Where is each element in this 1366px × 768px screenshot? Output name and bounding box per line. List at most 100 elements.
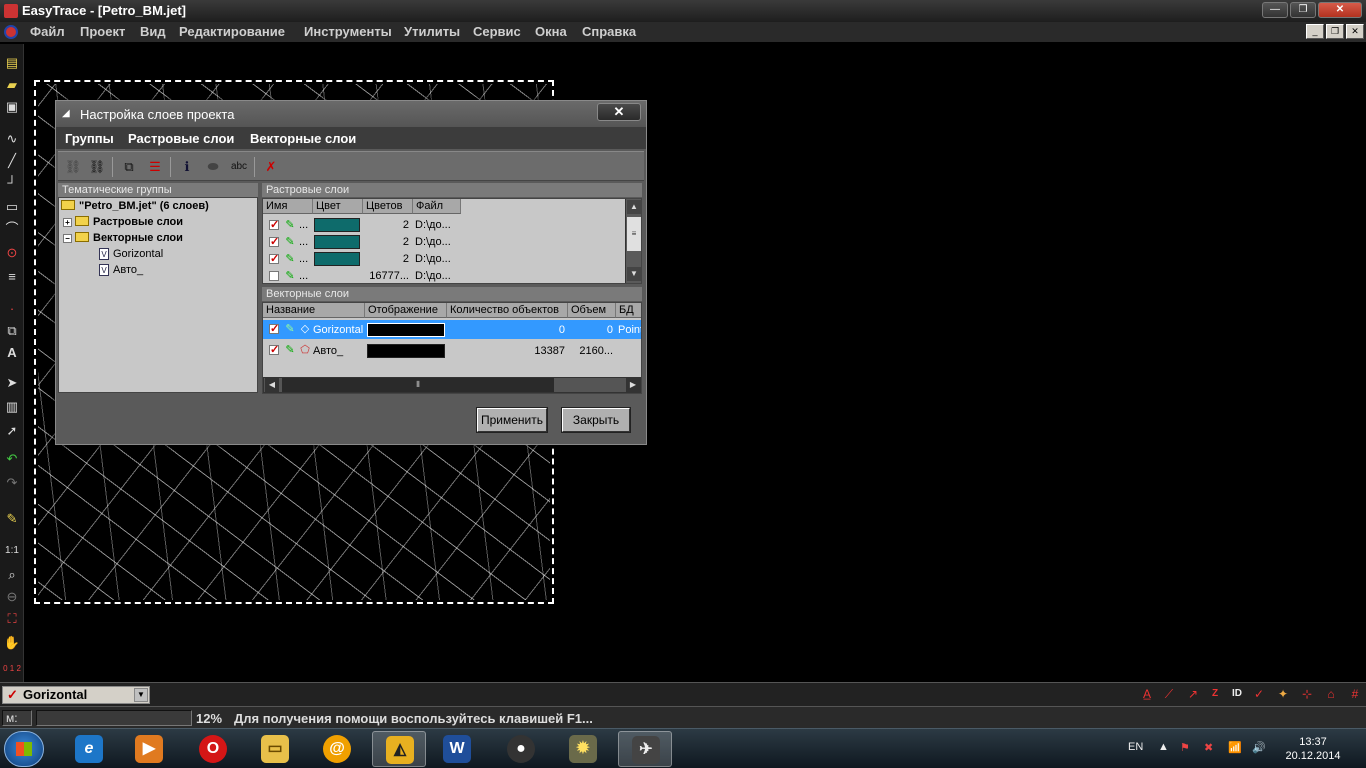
step-line-tool-icon[interactable]: ┘ [3, 174, 21, 192]
edit-pencil-icon[interactable]: ✎ [284, 253, 296, 265]
curve-tool-icon[interactable]: ⌒ [3, 220, 21, 238]
group-tool-icon[interactable]: ⧉ [3, 322, 21, 340]
layer-stack-icon[interactable]: ⬬ [202, 157, 224, 177]
tree-item-gorizontal[interactable]: V Gorizontal [99, 248, 163, 260]
rectangle-tool-icon[interactable]: ▭ [3, 198, 21, 216]
tray-flag-icon[interactable]: ⚑ [1180, 741, 1190, 754]
tray-volume-icon[interactable]: 🔊 [1252, 741, 1266, 754]
snap-check-icon[interactable]: ✓ [1250, 686, 1268, 702]
groups-tree[interactable]: "Petro_BM.jet" (6 слоев) + Растровые слои… [58, 197, 258, 393]
taskbar-app-dark[interactable]: ● [494, 731, 548, 767]
text-tool-icon[interactable]: A [3, 344, 21, 362]
select-arrow-icon[interactable]: ➤ [3, 374, 21, 392]
taskbar-easytrace[interactable]: ◭ [372, 731, 426, 767]
taskbar-opera[interactable]: O [186, 731, 240, 767]
raster-layers-table[interactable]: Имя Цвет Цветов Файл ✓ ✎ ... 2 D:\до... … [262, 198, 642, 284]
delete-layer-icon[interactable]: ✗ [260, 157, 282, 177]
select-node-icon[interactable]: ➚ [3, 422, 21, 440]
mdi-restore-button[interactable]: ❐ [1326, 24, 1344, 39]
raster-col-name[interactable]: Имя [263, 199, 313, 214]
document-icon[interactable] [4, 25, 18, 39]
collapse-icon[interactable]: − [63, 234, 72, 243]
snap-home-icon[interactable]: ⌂ [1322, 686, 1340, 702]
layer-properties-icon[interactable]: ☰ [144, 157, 166, 177]
vector-display-style[interactable] [367, 323, 445, 337]
raster-visible-checkbox[interactable]: ✓ [269, 220, 279, 231]
hatch-tool-icon[interactable]: ≡ [3, 268, 21, 286]
redo-icon[interactable]: ↷ [3, 474, 21, 492]
undo-icon[interactable]: ↶ [3, 450, 21, 468]
edit-pencil-icon[interactable]: ✎ [284, 270, 296, 282]
menu-edit[interactable]: Редактирование [179, 24, 285, 39]
scroll-down-icon[interactable]: ▼ [627, 267, 641, 281]
close-dialog-button[interactable]: Закрыть [561, 407, 631, 433]
vector-col-object-count[interactable]: Количество объектов [447, 303, 568, 318]
dialog-menu-groups[interactable]: Группы [65, 131, 114, 146]
taskbar-media[interactable]: ▶ [122, 731, 176, 767]
snap-text-icon[interactable]: A̲ [1138, 686, 1156, 702]
dialog-title-bar[interactable]: ◢ Настройка слоев проекта ✕ [56, 101, 646, 127]
dialog-menu-raster-layers[interactable]: Растровые слои [128, 131, 234, 146]
layer-info-icon[interactable]: ℹ [176, 157, 198, 177]
vector-visible-checkbox[interactable]: ✓ [269, 324, 279, 335]
add-group-icon[interactable]: ⛓ [62, 157, 84, 177]
raster-col-color[interactable]: Цвет [313, 199, 363, 214]
point-tool-icon[interactable]: ⊙ [3, 244, 21, 262]
close-window-button[interactable]: ✕ [1318, 2, 1362, 18]
snap-vertex-icon[interactable]: ⊹ [1298, 686, 1316, 702]
fit-extent-icon[interactable]: ⛶ [3, 610, 21, 628]
pan-hand-icon[interactable]: ✋ [3, 634, 21, 652]
menu-service[interactable]: Сервис [473, 24, 521, 39]
edit-pencil-icon[interactable]: ✎ [284, 323, 296, 335]
taskbar-bulb[interactable]: ✹ [556, 731, 610, 767]
tree-item-avto[interactable]: V Авто_ [99, 264, 143, 276]
vector-display-style[interactable] [367, 344, 445, 358]
copy-layer-icon[interactable]: ⧉ [118, 157, 140, 177]
delete-group-icon[interactable]: ⛓ [86, 157, 108, 177]
menu-file[interactable]: Файл [30, 24, 65, 39]
edit-pencil-icon[interactable]: ✎ [284, 219, 296, 231]
scroll-right-icon[interactable]: ▶ [626, 378, 640, 392]
menu-view[interactable]: Вид [140, 24, 166, 39]
tray-show-hidden-icon[interactable]: ▲ [1158, 741, 1169, 753]
taskbar-paper-plane[interactable]: ✈ [618, 731, 672, 767]
snap-id-icon[interactable]: ID [1228, 686, 1246, 702]
apply-button[interactable]: Применить [476, 407, 548, 433]
line-tool-icon[interactable]: ╱ [3, 152, 21, 170]
tray-security-icon[interactable]: ✖ [1204, 741, 1213, 754]
node-tool-icon[interactable]: · [3, 300, 21, 318]
tree-group-raster[interactable]: + Растровые слои [63, 216, 183, 228]
raster-vertical-scrollbar[interactable]: ▲ ≡ ▼ [625, 199, 641, 283]
tree-group-vector[interactable]: − Векторные слои [63, 232, 183, 244]
vector-col-display[interactable]: Отображение [365, 303, 447, 318]
raster-col-file[interactable]: Файл [413, 199, 461, 214]
taskbar-explorer[interactable]: ▭ [248, 731, 302, 767]
new-project-icon[interactable]: ▤ [3, 54, 21, 72]
vector-col-volume[interactable]: Объем [568, 303, 616, 318]
scale-ruler-icon[interactable]: 0 1 2 [3, 660, 21, 678]
raster-color-swatch[interactable] [314, 252, 360, 266]
save-icon[interactable]: ▣ [3, 98, 21, 116]
taskbar-word[interactable]: W [430, 731, 484, 767]
snap-grid-icon[interactable]: # [1346, 686, 1364, 702]
raster-color-swatch[interactable] [314, 218, 360, 232]
tree-root[interactable]: "Petro_BM.jet" (6 слоев) [61, 200, 209, 212]
dialog-menu-vector-layers[interactable]: Векторные слои [250, 131, 356, 146]
raster-visible-checkbox[interactable]: ✓ [269, 271, 279, 281]
taskbar-mail[interactable]: @ [310, 731, 364, 767]
menu-help[interactable]: Справка [582, 24, 636, 39]
scroll-up-icon[interactable]: ▲ [627, 200, 641, 214]
mdi-minimize-button[interactable]: _ [1306, 24, 1324, 39]
open-folder-icon[interactable]: ▰ [3, 76, 21, 94]
scroll-left-icon[interactable]: ◀ [265, 378, 279, 392]
grid-select-icon[interactable]: ▥ [3, 398, 21, 416]
snap-end-icon[interactable]: ↗ [1184, 686, 1202, 702]
raster-color-swatch[interactable] [314, 235, 360, 249]
chevron-down-icon[interactable]: ▼ [134, 688, 148, 702]
zoom-out-icon[interactable]: ⊖ [3, 588, 21, 606]
vector-col-name[interactable]: Название [263, 303, 365, 318]
edit-pencil-icon[interactable]: ✎ [284, 344, 296, 356]
language-indicator[interactable]: EN [1128, 741, 1143, 753]
vector-layers-table[interactable]: Название Отображение Количество объектов… [262, 302, 642, 394]
edit-pencil-icon[interactable]: ✎ [284, 236, 296, 248]
